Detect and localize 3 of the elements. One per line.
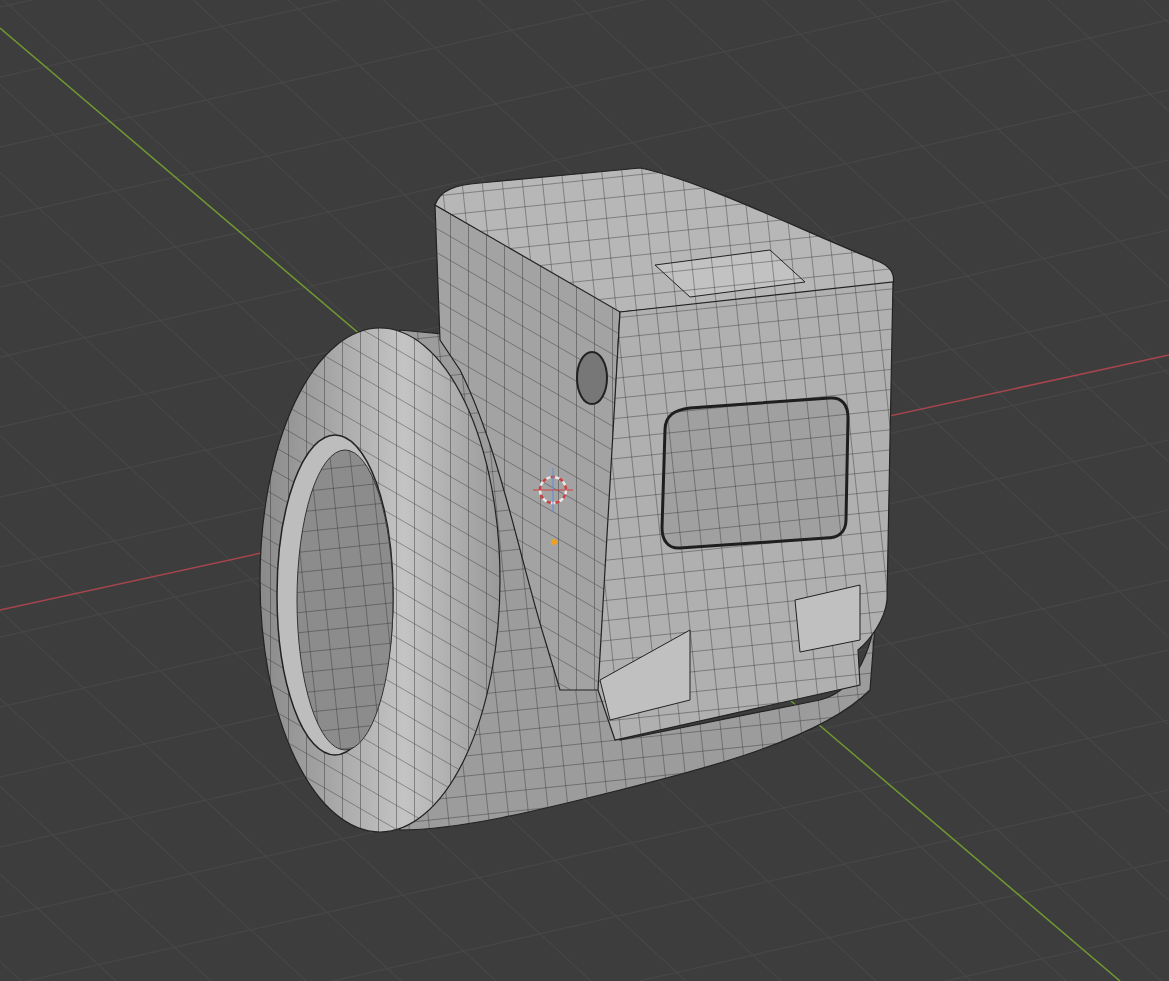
3d-cursor-icon[interactable] bbox=[532, 467, 574, 513]
origin-point-icon bbox=[551, 539, 557, 545]
camera-model-drawing[interactable] bbox=[259, 167, 895, 833]
